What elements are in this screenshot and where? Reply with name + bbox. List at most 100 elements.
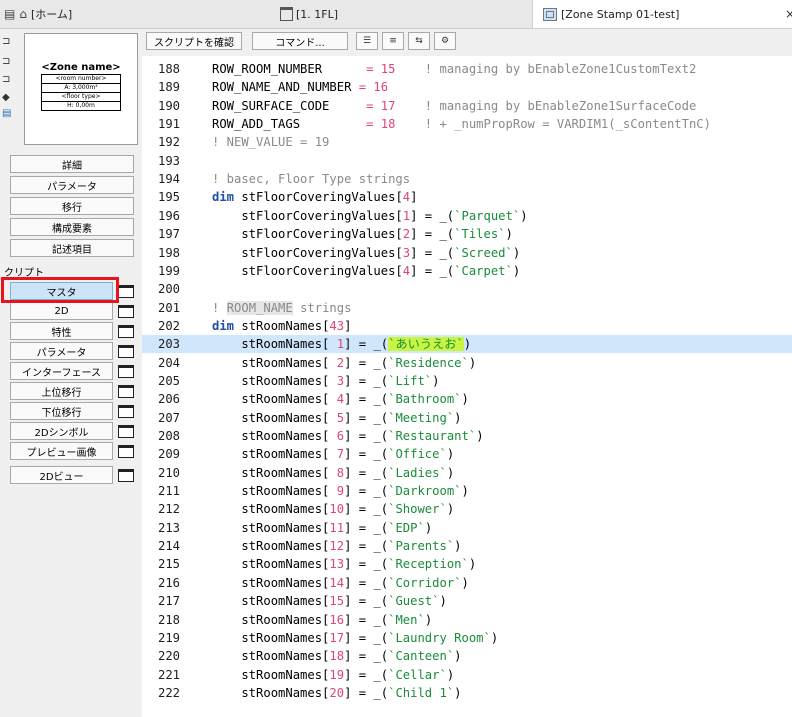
script-parameters-button[interactable]: パラメータ [10, 342, 113, 360]
open-window-icon[interactable] [118, 365, 134, 378]
code-line[interactable]: 190 ROW_SURFACE_CODE = 17 ! managing by b… [142, 97, 792, 115]
code-line[interactable]: 221 stRoomNames[19] = _(`Cellar`) [142, 666, 792, 684]
code-line[interactable]: 192 ! NEW_VALUE = 19 [142, 133, 792, 151]
script-2d-symbol-button[interactable]: 2Dシンボル [10, 422, 113, 440]
code-line[interactable]: 195 dim stFloorCoveringValues[4] [142, 188, 792, 206]
code-token: ) [476, 429, 484, 443]
code-line[interactable]: 222 stRoomNames[20] = _(`Child 1`) [142, 684, 792, 702]
code-token: stFloorCoveringValues[ [212, 263, 403, 278]
code-token: 9 [336, 484, 345, 499]
code-line[interactable]: 200 [142, 280, 792, 298]
code-token: ! + _numPropRow = VARDIM1(_sContentTnC) [395, 117, 711, 132]
close-icon[interactable]: × [785, 7, 792, 21]
line-number: 192 [157, 135, 180, 150]
code-line[interactable]: 215 stRoomNames[13] = _(`Reception`) [142, 555, 792, 573]
migration-button[interactable]: 移行 [10, 197, 134, 215]
tool-icon[interactable]: ⊐ [2, 56, 10, 67]
script-icon[interactable]: ▤ [2, 108, 11, 119]
parameters-button[interactable]: パラメータ [10, 176, 134, 194]
code-text: stRoomNames[16] = _(`Men`) [212, 611, 432, 629]
open-window-icon[interactable] [118, 325, 134, 338]
code-token: 8 [336, 465, 345, 480]
code-token: ] = _( [344, 520, 389, 535]
open-window-icon[interactable] [118, 345, 134, 358]
script-interface-button[interactable]: インターフェース [10, 362, 113, 380]
code-token: stRoomNames[ [212, 447, 337, 462]
code-line[interactable]: 193 [142, 152, 792, 170]
line-number: 204 [157, 355, 180, 370]
code-token: stRoomNames[ [212, 484, 337, 499]
code-line[interactable]: 189 ROW_NAME_AND_NUMBER = 16 [142, 78, 792, 96]
open-window-icon[interactable] [118, 385, 134, 398]
tab-home[interactable]: ▤ ⌂ [ホーム] [4, 0, 266, 28]
descriptors-button[interactable]: 記述項目 [10, 239, 134, 257]
open-window-icon[interactable] [118, 405, 134, 418]
code-line[interactable]: 214 stRoomNames[12] = _(`Parents`) [142, 537, 792, 555]
code-line[interactable]: 194 ! basec, Floor Type strings [142, 170, 792, 188]
code-text: stFloorCoveringValues[3] = _(`Screed`) [212, 244, 520, 262]
open-window-icon[interactable] [118, 305, 134, 318]
code-line[interactable]: 202 dim stRoomNames[43] [142, 317, 792, 335]
components-button[interactable]: 構成要素 [10, 218, 134, 236]
tool-icon[interactable]: ⊐ [2, 36, 10, 47]
code-line[interactable]: 206 stRoomNames[ 4] = _(`Bathroom`) [142, 390, 792, 408]
tab-zone-stamp[interactable]: [Zone Stamp 01-test] × [532, 0, 792, 28]
open-window-icon[interactable] [118, 285, 134, 298]
code-text: stRoomNames[15] = _(`Guest`) [212, 592, 447, 610]
code-line[interactable]: 197 stFloorCoveringValues[2] = _(`Tiles`… [142, 225, 792, 243]
code-line[interactable]: 196 stFloorCoveringValues[1] = _(`Parque… [142, 207, 792, 225]
details-button[interactable]: 詳細 [10, 155, 134, 173]
code-line[interactable]: 219 stRoomNames[17] = _(`Laundry Room`) [142, 629, 792, 647]
code-line[interactable]: 216 stRoomNames[14] = _(`Corridor`) [142, 574, 792, 592]
list-icon[interactable]: ☰ [356, 32, 378, 50]
code-line-current[interactable]: 203 stRoomNames[ 1] = _(`あいうえお`) [142, 335, 792, 354]
script-properties-button[interactable]: 特性 [10, 322, 113, 340]
line-number: 217 [157, 594, 180, 609]
tool-icon[interactable]: ⊐ [2, 74, 10, 85]
code-line[interactable]: 212 stRoomNames[10] = _(`Shower`) [142, 500, 792, 518]
code-text: stRoomNames[18] = _(`Canteen`) [212, 647, 461, 665]
commands-button[interactable]: コマンド... [252, 32, 348, 50]
code-editor[interactable]: 188 ROW_ROOM_NUMBER = 15 ! managing by bE… [142, 56, 792, 717]
code-icon[interactable]: ⇆ [408, 32, 430, 50]
stamp-row: <room number> [42, 75, 120, 84]
script-2d-button[interactable]: 2D [10, 302, 113, 320]
script-2d-view-button[interactable]: 2Dビュー [10, 466, 113, 484]
code-line[interactable]: 218 stRoomNames[16] = _(`Men`) [142, 611, 792, 629]
paint-bucket-icon[interactable]: ◆ [2, 92, 10, 103]
code-line[interactable]: 198 stFloorCoveringValues[3] = _(`Screed… [142, 244, 792, 262]
code-line[interactable]: 211 stRoomNames[ 9] = _(`Darkroom`) [142, 482, 792, 500]
code-token: `Restaurant` [388, 429, 477, 443]
code-line[interactable]: 201! ROOM_NAME strings [142, 299, 792, 317]
code-line[interactable]: 217 stRoomNames[15] = _(`Guest`) [142, 592, 792, 610]
code-line[interactable]: 204 stRoomNames[ 2] = _(`Residence`) [142, 354, 792, 372]
code-line[interactable]: 209 stRoomNames[ 7] = _(`Office`) [142, 445, 792, 463]
code-token: 7 [336, 447, 345, 462]
open-window-icon[interactable] [118, 445, 134, 458]
code-token: stFloorCoveringValues[ [212, 208, 403, 223]
code-token: stRoomNames[ [212, 355, 337, 370]
code-line[interactable]: 210 stRoomNames[ 8] = _(`Ladies`) [142, 464, 792, 482]
gear-icon[interactable]: ⚙ [434, 32, 456, 50]
script-forward-migration-button[interactable]: 上位移行 [10, 382, 113, 400]
tab-floor-plan[interactable]: [1. 1FL] [266, 0, 546, 28]
code-token: stFloorCoveringValues[ [212, 245, 403, 260]
script-backward-migration-button[interactable]: 下位移行 [10, 402, 113, 420]
code-token: stRoomNames[ [212, 392, 337, 407]
code-line[interactable]: 188 ROW_ROOM_NUMBER = 15 ! managing by bE… [142, 60, 792, 78]
open-window-icon[interactable] [118, 425, 134, 438]
code-line[interactable]: 213 stRoomNames[11] = _(`EDP`) [142, 519, 792, 537]
code-line[interactable]: 205 stRoomNames[ 3] = _(`Lift`) [142, 372, 792, 390]
list-numbered-icon[interactable]: ≡ [382, 32, 404, 50]
code-line[interactable]: 220 stRoomNames[18] = _(`Canteen`) [142, 647, 792, 665]
code-line[interactable]: 207 stRoomNames[ 5] = _(`Meeting`) [142, 409, 792, 427]
script-preview-image-button[interactable]: プレビュー画像 [10, 442, 113, 460]
code-token: ] = _( [410, 263, 455, 278]
code-token: ] = _( [344, 630, 389, 645]
code-text: stRoomNames[12] = _(`Parents`) [212, 537, 461, 555]
open-window-icon[interactable] [118, 469, 134, 482]
code-line[interactable]: 208 stRoomNames[ 6] = _(`Restaurant`) [142, 427, 792, 445]
code-line[interactable]: 199 stFloorCoveringValues[4] = _(`Carpet… [142, 262, 792, 280]
check-script-button[interactable]: スクリプトを確認 [146, 32, 242, 50]
code-line[interactable]: 191 ROW_ADD_TAGS = 18 ! + _numPropRow = V… [142, 115, 792, 133]
